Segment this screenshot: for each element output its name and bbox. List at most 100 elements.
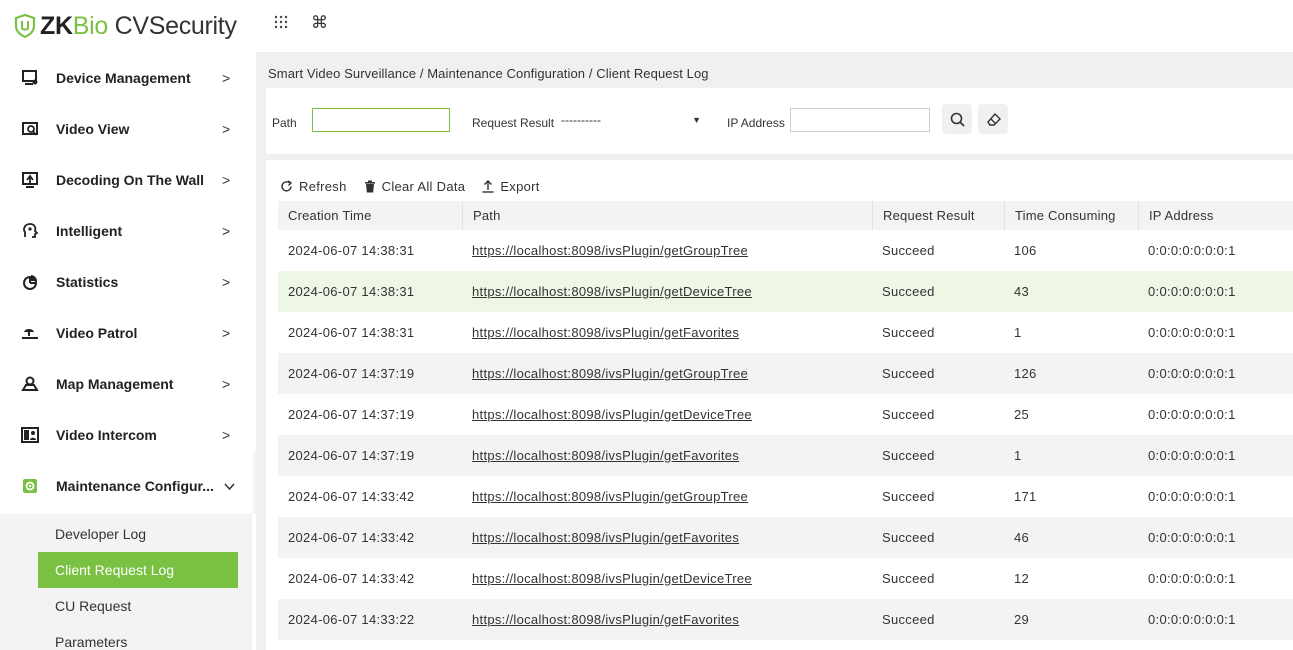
column-header-time-consuming[interactable]: Time Consuming	[1004, 201, 1138, 230]
cell-path: https://localhost:8098/ivsPlugin/getDevi…	[462, 271, 872, 312]
sidebar-item-map-management[interactable]: Map Management >	[0, 358, 252, 409]
sidebar-item-decoding-on-the-wall[interactable]: Decoding On The Wall >	[0, 154, 252, 205]
path-link[interactable]: https://localhost:8098/ivsPlugin/getGrou…	[472, 489, 748, 504]
sidebar-item-label: Device Management	[56, 69, 191, 86]
patrol-icon	[20, 323, 40, 343]
table-row[interactable]: 2024-06-07 14:37:19 https://localhost:809…	[278, 353, 1293, 394]
chevron-right-icon: >	[222, 324, 231, 341]
cell-path: https://localhost:8098/ivsPlugin/getDevi…	[462, 558, 872, 599]
cell-ip-address: 0:0:0:0:0:0:0:1	[1148, 407, 1236, 422]
clear-all-data-button[interactable]: Clear All Data	[364, 179, 466, 194]
clear-filter-button[interactable]	[978, 104, 1008, 134]
ip-address-input[interactable]	[790, 108, 930, 132]
breadcrumb: Smart Video Surveillance / Maintenance C…	[268, 66, 709, 81]
chevron-right-icon: >	[222, 171, 231, 188]
chevron-right-icon: >	[222, 120, 231, 137]
shield-logo-icon	[14, 14, 36, 38]
sidebar-item-statistics[interactable]: Statistics >	[0, 256, 252, 307]
submenu-item-parameters[interactable]: Parameters	[0, 624, 252, 650]
cell-creation-time: 2024-06-07 14:33:42	[288, 530, 415, 545]
cell-request-result: Succeed	[882, 284, 935, 299]
export-button[interactable]: Export	[482, 179, 539, 194]
sidebar-item-label: Video Intercom	[56, 426, 157, 443]
cell-creation-time: 2024-06-07 14:38:31	[288, 325, 415, 340]
app-logo[interactable]: ZKBio CVSecurity	[14, 9, 237, 43]
sidebar-item-label: Decoding On The Wall	[56, 171, 205, 188]
path-link[interactable]: https://localhost:8098/ivsPlugin/getDevi…	[472, 407, 752, 422]
table-row[interactable]: 2024-06-07 14:33:42 https://localhost:809…	[278, 476, 1293, 517]
column-header-ip-address[interactable]: IP Address	[1138, 201, 1293, 230]
request-result-select[interactable]: ---------- ▼	[556, 108, 710, 132]
cell-creation-time: 2024-06-07 14:33:42	[288, 571, 415, 586]
path-input[interactable]	[312, 108, 450, 132]
cell-ip-address: 0:0:0:0:0:0:0:1	[1148, 530, 1236, 545]
cell-ip-address: 0:0:0:0:0:0:0:1	[1148, 243, 1236, 258]
path-link[interactable]: https://localhost:8098/ivsPlugin/getDevi…	[472, 571, 752, 586]
maintenance-submenu: Developer Log Client Request Log CU Requ…	[0, 514, 252, 650]
sidebar-item-label: Map Management	[56, 375, 174, 392]
intercom-icon	[20, 425, 40, 445]
path-label: Path	[272, 116, 297, 130]
cell-ip-address: 0:0:0:0:0:0:0:1	[1148, 612, 1236, 627]
cell-path: https://localhost:8098/ivsPlugin/getGrou…	[462, 353, 872, 394]
table-row[interactable]: 2024-06-07 14:33:42 https://localhost:809…	[278, 517, 1293, 558]
path-link[interactable]: https://localhost:8098/ivsPlugin/getGrou…	[472, 366, 748, 381]
search-button[interactable]	[942, 104, 972, 134]
sidebar-item-video-view[interactable]: Video View >	[0, 103, 252, 154]
sidebar-item-video-intercom[interactable]: Video Intercom >	[0, 409, 252, 460]
table-row[interactable]: 2024-06-07 14:33:42 https://localhost:809…	[278, 558, 1293, 599]
cell-ip-address: 0:0:0:0:0:0:0:1	[1148, 366, 1236, 381]
cell-time-consuming: 29	[1014, 612, 1030, 627]
sidebar-item-maintenance-configuration[interactable]: Maintenance Configur...	[0, 460, 252, 511]
column-header-request-result[interactable]: Request Result	[872, 201, 1004, 230]
command-icon[interactable]: ⌘	[311, 13, 328, 33]
apps-grid-icon[interactable]	[273, 14, 289, 35]
sidebar-item-video-patrol[interactable]: Video Patrol >	[0, 307, 252, 358]
cell-time-consuming: 106	[1014, 243, 1037, 258]
table-row[interactable]: 2024-06-07 14:38:31 https://localhost:809…	[278, 230, 1293, 271]
refresh-label: Refresh	[299, 178, 347, 194]
path-link[interactable]: https://localhost:8098/ivsPlugin/getFavo…	[472, 612, 739, 627]
filter-panel: Path Request Result ---------- ▼ IP Addr…	[266, 88, 1293, 154]
cell-time-consuming: 171	[1014, 489, 1037, 504]
caret-down-icon: ▼	[692, 115, 701, 125]
cell-creation-time: 2024-06-07 14:37:19	[288, 448, 415, 463]
column-header-path[interactable]: Path	[462, 201, 872, 230]
app-title: ZKBio CVSecurity	[40, 11, 237, 40]
clear-all-data-label: Clear All Data	[381, 178, 466, 194]
submenu-item-client-request-log[interactable]: Client Request Log	[38, 552, 238, 588]
sidebar-item-intelligent[interactable]: Intelligent >	[0, 205, 252, 256]
cell-request-result: Succeed	[882, 571, 935, 586]
app-header: ZKBio CVSecurity ⌘	[0, 0, 1293, 52]
table-row[interactable]: 2024-06-07 14:37:19 https://localhost:809…	[278, 394, 1293, 435]
path-link[interactable]: https://localhost:8098/ivsPlugin/getDevi…	[472, 284, 752, 299]
cell-ip-address: 0:0:0:0:0:0:0:1	[1148, 325, 1236, 340]
cell-time-consuming: 1	[1014, 448, 1022, 463]
maintenance-icon	[20, 476, 40, 496]
cell-time-consuming: 46	[1014, 530, 1030, 545]
cell-time-consuming: 1	[1014, 325, 1022, 340]
table-row[interactable]: 2024-06-07 14:33:22 https://localhost:809…	[278, 599, 1293, 640]
path-link[interactable]: https://localhost:8098/ivsPlugin/getFavo…	[472, 325, 739, 340]
submenu-item-developer-log[interactable]: Developer Log	[0, 516, 252, 552]
column-header-creation-time[interactable]: Creation Time	[278, 201, 462, 230]
table-row[interactable]: 2024-06-07 14:38:31 https://localhost:809…	[278, 271, 1293, 312]
cell-creation-time: 2024-06-07 14:33:22	[288, 612, 415, 627]
refresh-button[interactable]: Refresh	[280, 179, 347, 194]
chevron-right-icon: >	[222, 426, 231, 443]
eraser-icon	[986, 112, 1001, 126]
sidebar-item-device-management[interactable]: Device Management >	[0, 52, 252, 103]
cell-path: https://localhost:8098/ivsPlugin/getDevi…	[462, 394, 872, 435]
cell-creation-time: 2024-06-07 14:33:42	[288, 489, 415, 504]
path-link[interactable]: https://localhost:8098/ivsPlugin/getFavo…	[472, 530, 739, 545]
path-link[interactable]: https://localhost:8098/ivsPlugin/getFavo…	[472, 448, 739, 463]
ip-address-label: IP Address	[727, 116, 785, 130]
cell-request-result: Succeed	[882, 366, 935, 381]
pie-chart-icon	[20, 272, 40, 292]
table-row[interactable]: 2024-06-07 14:37:19 https://localhost:809…	[278, 435, 1293, 476]
submenu-item-cu-request[interactable]: CU Request	[0, 588, 252, 624]
cell-creation-time: 2024-06-07 14:37:19	[288, 407, 415, 422]
path-link[interactable]: https://localhost:8098/ivsPlugin/getGrou…	[472, 243, 748, 258]
table-row[interactable]: 2024-06-07 14:38:31 https://localhost:809…	[278, 312, 1293, 353]
table-toolbar: Refresh Clear All Data Export	[280, 176, 557, 196]
